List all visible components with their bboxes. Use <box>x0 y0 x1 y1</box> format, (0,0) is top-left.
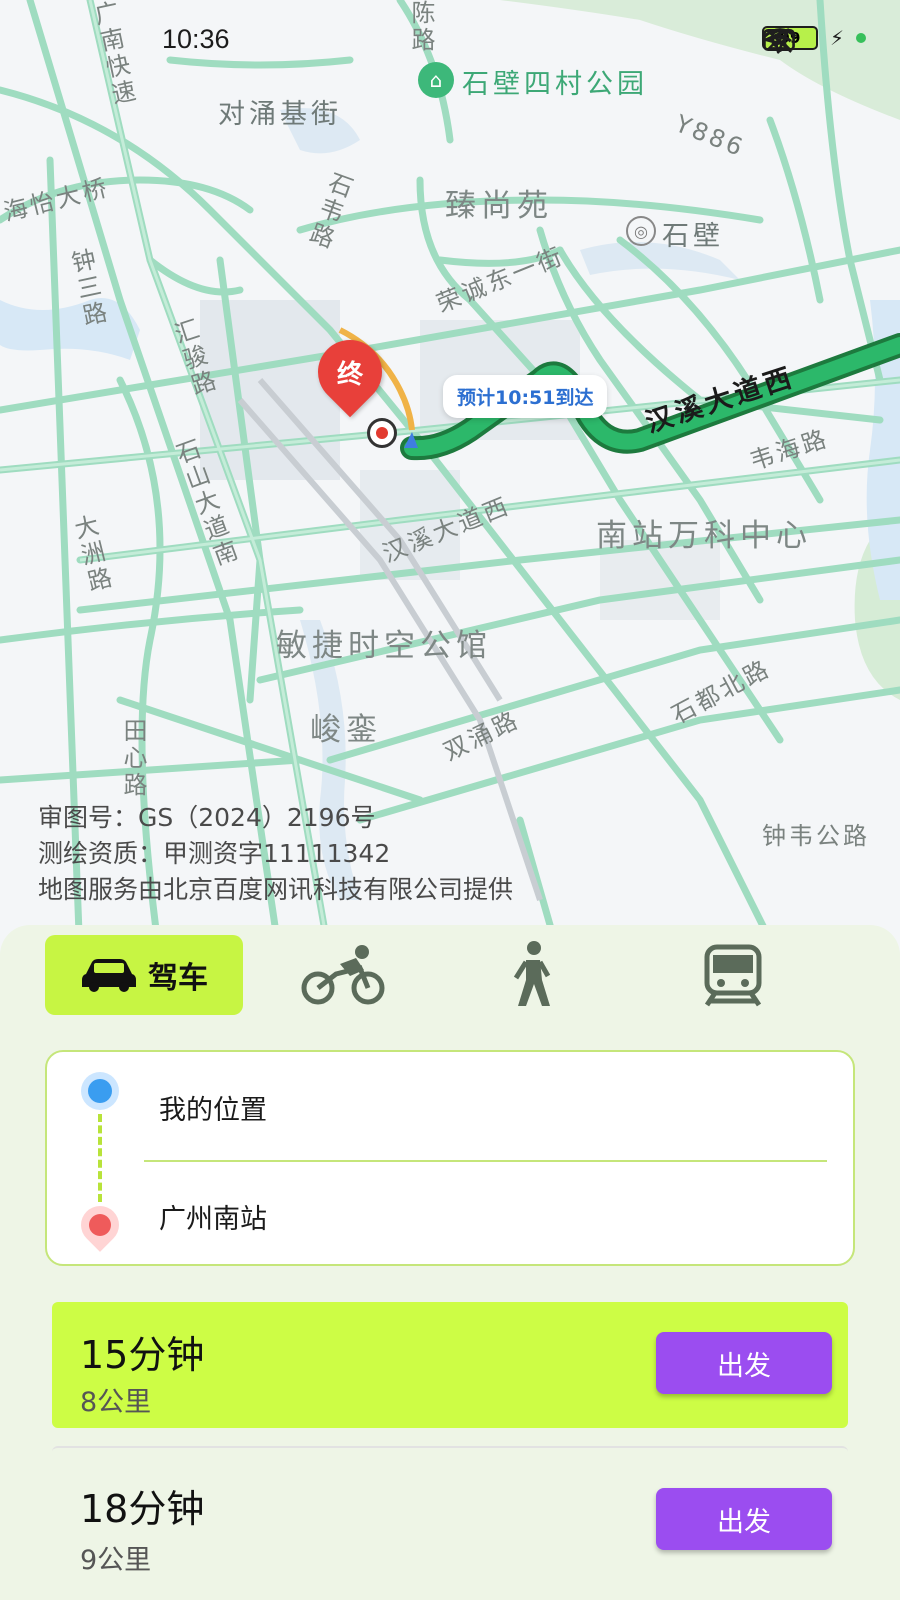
route-distance: 9公里 <box>80 1545 152 1576</box>
map-label-nanzhan-vanke: 南站万科中心 <box>596 518 812 554</box>
route-panel: 驾车 我的位置 广州南站 15分钟 8公里 出发 18分钟 9公里 出发 <box>0 925 900 1600</box>
transport-mode-tabs: 驾车 <box>45 935 855 1015</box>
route-distance: 8公里 <box>80 1387 152 1418</box>
destination-pin-icon <box>73 1198 127 1252</box>
route-input-card: 我的位置 广州南站 <box>45 1050 855 1266</box>
credits-line-3: 地图服务由北京百度网讯科技有限公司提供 <box>38 875 514 904</box>
route-divider <box>144 1160 827 1162</box>
map-label-minjie: 敏捷时空公馆 <box>276 628 492 664</box>
tab-drive[interactable]: 驾车 <box>45 935 243 1015</box>
destination-marker-label: 终 <box>336 359 363 390</box>
charging-icon: ⚡ <box>829 26 844 50</box>
route-options-list: 15分钟 8公里 出发 18分钟 9公里 出发 <box>52 1302 848 1578</box>
map-label-duiyong: 对涌基街 <box>218 99 342 130</box>
route-duration: 18分钟 <box>80 1487 205 1531</box>
tab-bike[interactable] <box>298 935 388 1015</box>
walking-icon <box>513 941 551 1006</box>
start-navigation-button[interactable]: 出发 <box>656 1332 832 1394</box>
map-label-junluan: 峻銮 <box>310 712 382 748</box>
status-dot <box>856 33 866 43</box>
map-label-park: 石壁四村公园 <box>462 69 648 100</box>
park-icon: ⌂ <box>418 62 454 98</box>
map-credits: 审图号：GS（2024）2196号 测绘资质：甲测资字11111342 地图服务… <box>38 800 513 908</box>
wifi-icon <box>763 28 797 52</box>
status-time: 10:36 <box>162 24 230 54</box>
route-option[interactable]: 18分钟 9公里 出发 <box>52 1446 848 1578</box>
tab-transit[interactable] <box>688 935 778 1015</box>
destination-marker[interactable]: 终 <box>304 326 396 418</box>
route-duration: 15分钟 <box>80 1333 205 1377</box>
tab-drive-label: 驾车 <box>148 961 208 996</box>
route-dash-line <box>98 1114 102 1202</box>
shibi-icon: ◎ <box>626 216 656 246</box>
map-view[interactable]: 石壁四村公园 ⌂ 对涌基街 海怡大桥 臻尚苑 ◎ 石壁 Y886 荣诚东一街 石… <box>0 0 900 960</box>
route-option[interactable]: 15分钟 8公里 出发 <box>52 1302 848 1428</box>
origin-field[interactable]: 我的位置 <box>159 1088 267 1127</box>
start-navigation-button[interactable]: 出发 <box>656 1488 832 1550</box>
status-icons: 99 ⚡ <box>761 26 866 54</box>
train-icon <box>704 944 762 1007</box>
map-label-zhongwei: 钟韦公路 <box>762 822 870 850</box>
credits-line-2: 测绘资质：甲测资字11111342 <box>38 839 391 868</box>
destination-field[interactable]: 广州南站 <box>159 1197 267 1236</box>
map-label-shibi: 石壁 <box>662 221 724 252</box>
bicycle-icon <box>301 945 385 1005</box>
origin-pin-icon <box>81 1072 119 1110</box>
map-label-zhenshang: 臻尚苑 <box>445 188 553 224</box>
map-label-tianxin: 田心路 <box>119 718 147 799</box>
credits-line-1: 审图号：GS（2024）2196号 <box>38 803 376 832</box>
eta-bubble: 预计10:51到达 <box>443 375 608 418</box>
map-label-chen: 陈路 <box>407 0 435 54</box>
current-location-marker <box>367 418 397 448</box>
tab-walk[interactable] <box>498 935 568 1015</box>
car-icon <box>82 959 136 992</box>
